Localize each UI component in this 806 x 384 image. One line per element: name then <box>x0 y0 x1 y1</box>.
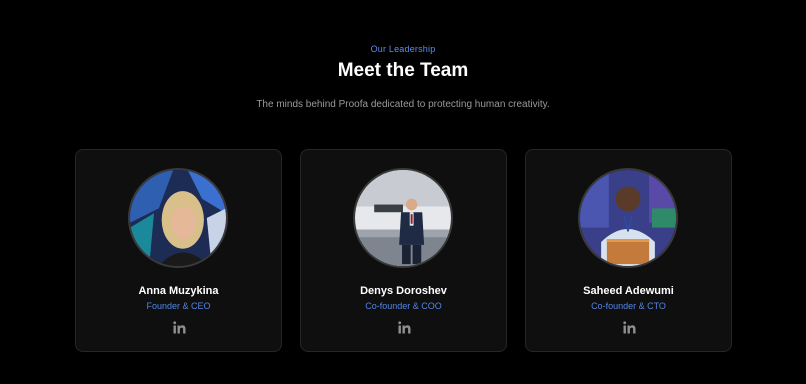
member-name: Anna Muzykina <box>138 285 219 297</box>
linkedin-icon[interactable] <box>173 321 186 334</box>
team-card: Denys Doroshev Co-founder & COO <box>300 149 507 352</box>
member-name: Saheed Adewumi <box>583 285 674 297</box>
linkedin-icon[interactable] <box>398 321 411 334</box>
member-role: Co-founder & CTO <box>591 301 666 311</box>
team-card: Saheed Adewumi Co-founder & CTO <box>525 149 732 352</box>
linkedin-icon[interactable] <box>623 321 636 334</box>
avatar <box>578 168 678 268</box>
avatar <box>128 168 228 268</box>
section-title: Meet the Team <box>337 60 469 81</box>
member-role: Founder & CEO <box>146 301 211 311</box>
section-subtitle: The minds behind Proofa dedicated to pro… <box>256 99 550 110</box>
avatar <box>353 168 453 268</box>
avatar-photo <box>130 170 226 266</box>
team-section: Our Leadership Meet the Team The minds b… <box>0 0 806 384</box>
team-card: Anna Muzykina Founder & CEO <box>75 149 282 352</box>
member-name: Denys Doroshev <box>360 285 447 297</box>
member-role: Co-founder & COO <box>365 301 442 311</box>
section-eyebrow: Our Leadership <box>370 44 436 54</box>
avatar-photo <box>355 170 451 266</box>
avatar-photo <box>580 170 676 266</box>
